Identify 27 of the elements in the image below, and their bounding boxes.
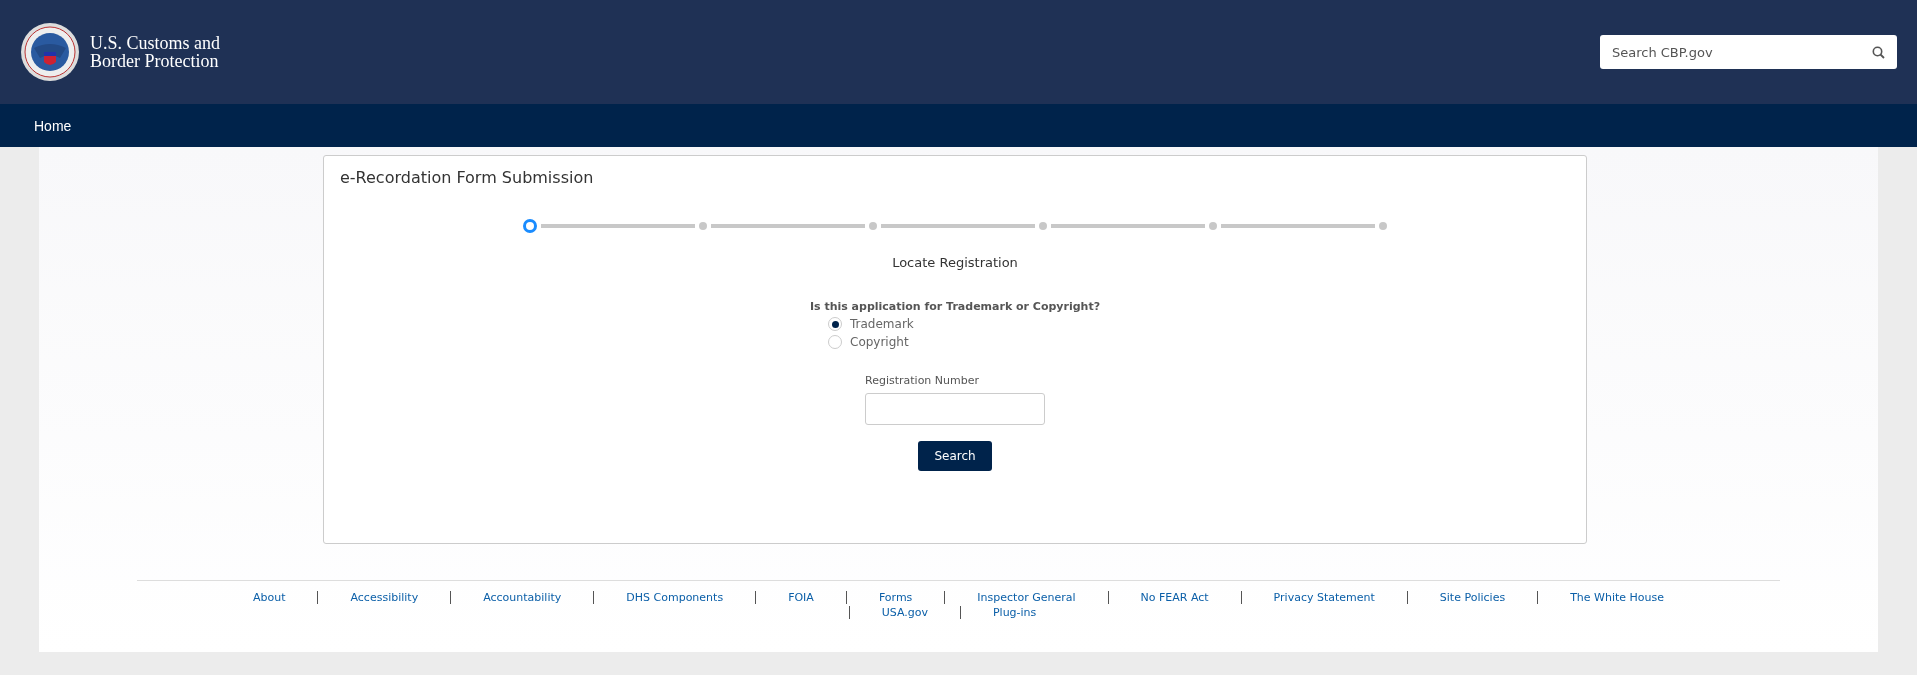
footer-link[interactable]: USA.gov [848, 606, 960, 619]
agency-name: U.S. Customs and [90, 34, 221, 52]
footer-link[interactable]: No FEAR Act [1107, 591, 1241, 604]
footer-link[interactable]: Accessibility [317, 591, 451, 604]
footer-link[interactable]: Accountability [450, 591, 594, 604]
search-icon[interactable] [1872, 46, 1885, 59]
seal-icon [20, 22, 80, 82]
footer-link[interactable]: The White House [1537, 591, 1697, 604]
registration-number-field[interactable] [865, 393, 1045, 425]
footer-link[interactable]: FOIA [755, 591, 846, 604]
form-title: e-Recordation Form Submission [340, 168, 594, 187]
step-title: Locate Registration [892, 255, 1018, 270]
footer-link[interactable]: DHS Components [593, 591, 756, 604]
search-field[interactable]: Search CBP.gov [1600, 35, 1897, 69]
footer-link[interactable]: Forms [845, 591, 945, 604]
footer-link[interactable]: Inspector General [944, 591, 1108, 604]
footer-link[interactable]: About [220, 591, 318, 604]
radio-label: Copyright [850, 335, 909, 349]
footer-link[interactable]: Privacy Statement [1240, 591, 1407, 604]
search-button[interactable]: Search [918, 441, 992, 471]
footer-link[interactable]: Plug-ins [959, 606, 1069, 619]
nav-link[interactable]: Home [34, 117, 72, 134]
agency-name: Border Protection [90, 52, 220, 70]
question-label: Is this application for Trademark or Copyright? [809, 300, 1101, 313]
field-label: Registration Number [865, 374, 981, 387]
radio-label: Trademark [850, 317, 914, 331]
footer-link[interactable]: Site Policies [1406, 591, 1538, 604]
